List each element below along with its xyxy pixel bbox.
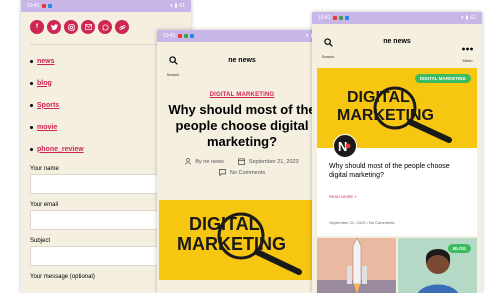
notification-icon [344,16,349,20]
notification-icon [177,34,182,38]
author-avatar[interactable]: N [333,134,357,158]
rocket-image [317,238,396,293]
facebook-icon[interactable]: f [30,20,44,34]
bullet [30,59,33,63]
battery-level: 61 [470,15,476,21]
person-thumbnail[interactable]: BLOG [398,238,477,293]
bullet [30,81,33,85]
twitter-icon[interactable] [47,20,61,34]
site-title[interactable]: ne news [312,38,482,45]
wifi-icon: ▾ [461,15,464,21]
comments-link[interactable]: No Comments [230,170,265,176]
image-text-line1: DIGITAL [189,214,260,234]
image-text-line2: MARKETING [177,234,286,254]
notification-icon [332,16,337,20]
link-icon[interactable] [115,20,129,34]
clock: 10:41 [318,15,331,21]
bullet [30,147,33,151]
notification-icon [189,34,194,38]
clock: 10:41 [163,33,176,39]
clock: 10:41 [27,3,40,9]
whatsapp-icon[interactable] [98,20,112,34]
wifi-icon: ▾ [170,3,173,9]
read-more-link[interactable]: READ MORE » [329,194,357,199]
post-date[interactable]: September 21, 2023 [249,159,299,165]
calendar-icon [237,158,245,165]
right-phone-screen: 10:41 ▾ ▮ 61 Search ne news Menu DIGITAL [312,12,482,293]
signal-icon: ▮ [465,15,469,21]
site-header: Search ne news [157,42,327,84]
category-link[interactable]: DIGITAL MARKETING [157,92,327,98]
battery-level: 61 [179,3,185,9]
post-title: Why should most of the people choose dig… [168,102,316,149]
instagram-icon[interactable] [64,20,78,34]
comment-icon [218,169,226,176]
status-bar: 10:41 ▾ ▮ 61 [312,12,482,24]
email-icon[interactable] [81,20,95,34]
image-text-line1: DIGITAL [347,89,410,106]
notification-icon [338,16,343,20]
notification-icon [41,4,46,8]
post-comments: No Comments [157,169,327,176]
category-badge[interactable]: DIGITAL MARKETING [414,74,471,83]
notification-icon [183,34,188,38]
menu-dots-icon[interactable] [462,47,473,51]
ne-logo-icon: N [338,139,351,154]
rocket-thumbnail[interactable] [317,238,396,293]
status-bar: 10:41 ▾ ▮ 61 [157,30,327,42]
status-bar: 10:41 ▾ ▮ 61 [21,0,191,12]
wifi-icon: ▾ [306,33,309,39]
post-card-meta: September 21, 2023 • No Comments [329,220,395,225]
bullet [30,125,33,129]
signal-icon: ▮ [174,3,178,9]
image-text-line2: MARKETING [337,107,434,124]
digital-marketing-graphic: DIGITAL MARKETING [177,212,302,275]
post-card-title[interactable]: Why should most of the people choose dig… [329,162,469,180]
search-label: Search [321,54,335,59]
post-meta: By ne news September 21, 2023 [157,158,327,165]
post-card[interactable]: DIGITAL MARKETING DIGITAL MARKETING N Wh… [317,68,477,236]
post-author[interactable]: By ne news [195,159,223,165]
search-label: Search [166,72,180,77]
middle-phone-screen: 10:41 ▾ ▮ 61 Search ne news DIGITAL MARK… [157,30,327,293]
menu-toggle[interactable]: Menu [462,38,473,63]
menu-label: Menu [462,58,473,63]
featured-image: DIGITAL MARKETING [159,200,327,280]
bullet [30,103,33,107]
user-icon [185,158,192,165]
blog-badge[interactable]: BLOG [448,244,471,253]
site-title[interactable]: ne news [157,57,327,64]
notification-icon [47,4,52,8]
search-toggle[interactable]: Search [165,52,181,77]
